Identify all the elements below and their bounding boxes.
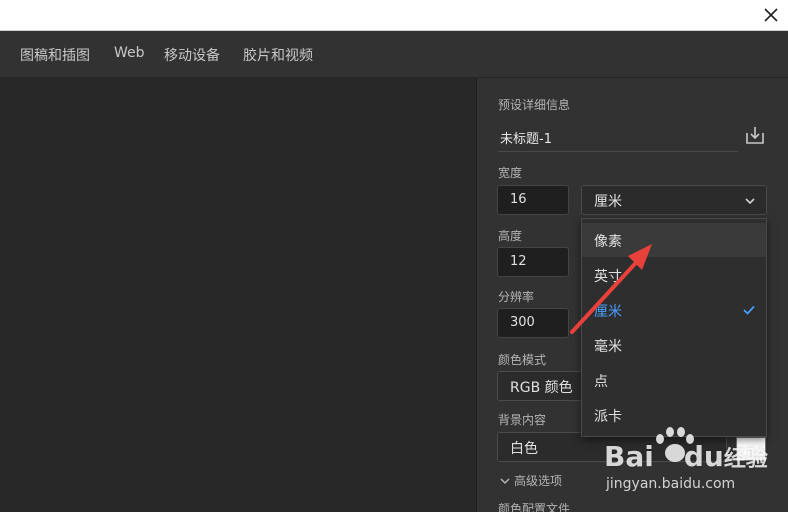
unit-option-points[interactable]: 点 — [582, 363, 766, 397]
title-bar — [0, 0, 788, 31]
preset-list-area — [0, 78, 477, 512]
chevron-down-icon — [500, 476, 510, 486]
height-label: 高度 — [498, 229, 523, 243]
close-button[interactable] — [760, 4, 782, 26]
resolution-input[interactable]: 300 — [497, 308, 569, 338]
unit-dropdown-menu: 像素 英寸 厘米 毫米 点 派卡 — [581, 218, 767, 437]
resolution-label: 分辨率 — [498, 290, 535, 304]
unit-option-picas[interactable]: 派卡 — [582, 398, 766, 432]
color-mode-value: RGB 颜色 — [510, 380, 573, 396]
unit-option-centimeters[interactable]: 厘米 — [582, 293, 766, 327]
close-icon — [764, 8, 778, 22]
preset-category-tabs: 图稿和插图 Web 移动设备 胶片和视频 — [0, 31, 788, 78]
tab-mobile[interactable]: 移动设备 — [164, 45, 220, 65]
unit-option-millimeters[interactable]: 毫米 — [582, 328, 766, 362]
advanced-options-toggle[interactable]: 高级选项 — [500, 472, 562, 489]
unit-select-value: 厘米 — [594, 194, 622, 210]
unit-option-inches[interactable]: 英寸 — [582, 258, 766, 292]
checkmark-icon — [742, 303, 756, 317]
chevron-down-icon — [744, 195, 756, 207]
background-label: 背景内容 — [498, 413, 547, 427]
preset-name-input[interactable]: 未标题-1 — [498, 126, 738, 152]
save-preset-button[interactable] — [744, 124, 766, 146]
width-input[interactable]: 16 — [497, 185, 569, 215]
background-value: 白色 — [510, 441, 538, 457]
advanced-options-label: 高级选项 — [514, 474, 563, 488]
unit-option-pixels[interactable]: 像素 — [582, 223, 766, 257]
color-profile-label: 颜色配置文件 — [498, 502, 571, 512]
tab-film-video[interactable]: 胶片和视频 — [243, 45, 313, 65]
preset-details-heading: 预设详细信息 — [498, 98, 571, 112]
save-preset-icon — [746, 127, 764, 144]
tab-web[interactable]: Web — [114, 45, 145, 61]
unit-select[interactable]: 厘米 — [581, 185, 767, 215]
height-input[interactable]: 12 — [497, 247, 569, 277]
width-label: 宽度 — [498, 166, 523, 180]
background-color-swatch[interactable] — [736, 437, 766, 461]
tab-print-art[interactable]: 图稿和插图 — [20, 45, 90, 65]
color-mode-label: 颜色模式 — [498, 353, 547, 367]
